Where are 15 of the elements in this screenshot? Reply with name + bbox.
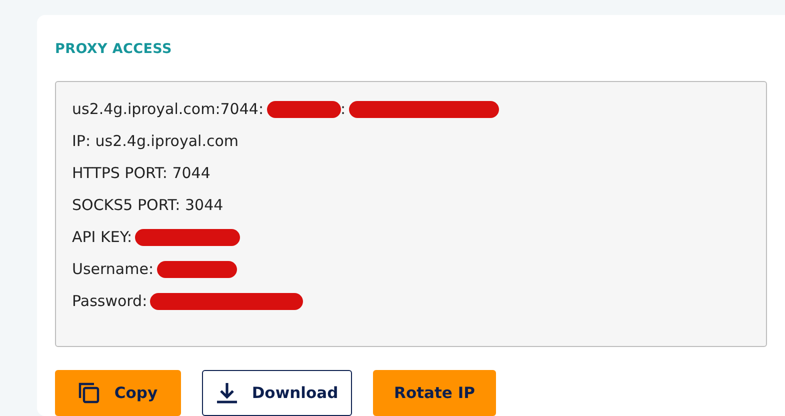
credential-text: Username: <box>72 259 154 280</box>
credential-text: Password: <box>72 291 148 312</box>
credential-text: IP: us2.4g.iproyal.com <box>72 131 239 152</box>
credential-text: API KEY: <box>72 227 132 248</box>
download-icon <box>216 382 238 404</box>
download-button[interactable]: Download <box>202 370 352 416</box>
copy-button[interactable]: Copy <box>55 370 181 416</box>
credentials-textarea[interactable]: us2.4g.iproyal.com:7044: : IP: us2.4g.iproyal.com HTTPS PORT: 7044 SOCKS5 PORT: 3044 API KEY: Username: Password: <box>55 81 767 348</box>
credential-text: SOCKS5 PORT: 3044 <box>72 195 224 216</box>
credential-text: us2.4g.iproyal.com:7044: <box>72 99 264 120</box>
rotate-button[interactable]: Rotate IP <box>373 370 496 416</box>
copy-icon <box>78 382 100 404</box>
credential-text: : <box>340 99 346 120</box>
section-title: PROXY ACCESS <box>55 40 173 59</box>
credential-text: HTTPS PORT: 7044 <box>72 163 210 184</box>
